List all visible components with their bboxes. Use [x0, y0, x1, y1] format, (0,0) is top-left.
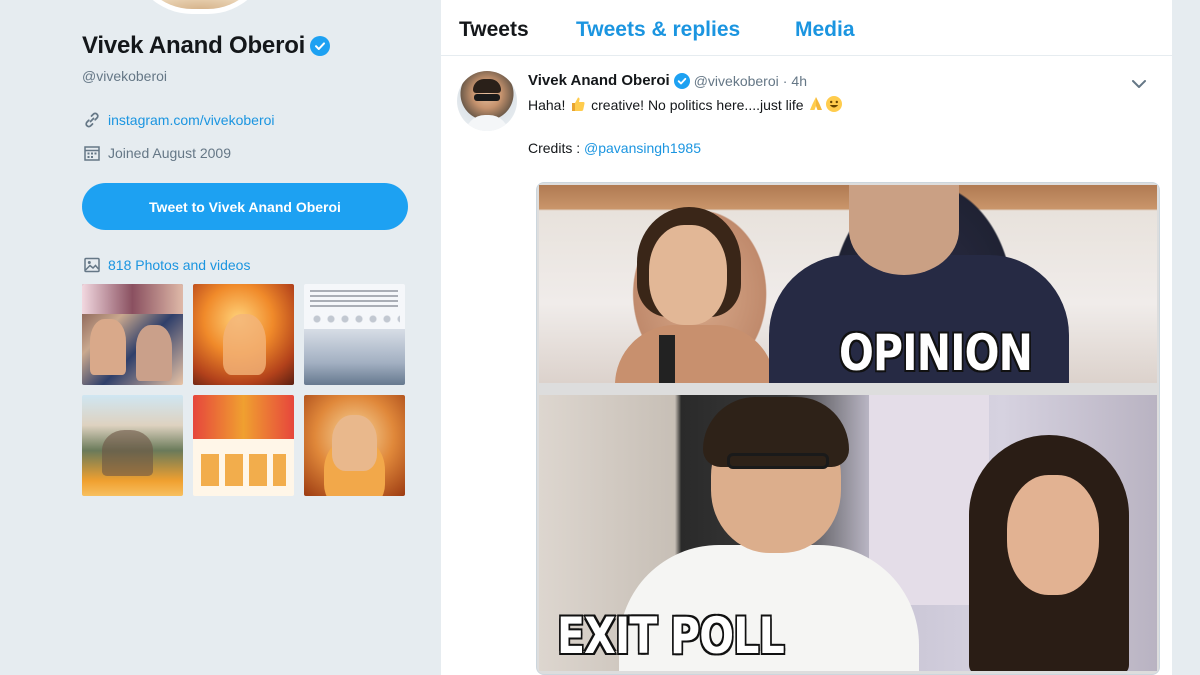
media-count-label[interactable]: 818 Photos and videos	[108, 257, 250, 273]
tweet-attached-image[interactable]: OPINION POLL EXIT POLL	[536, 182, 1160, 675]
tweet-timestamp[interactable]: 4h	[791, 73, 807, 89]
meme-panel-top: OPINION POLL	[539, 185, 1157, 383]
thumbs-up-emoji-icon	[569, 95, 587, 118]
meme-panel-bottom: EXIT POLL	[539, 395, 1157, 671]
profile-website-link[interactable]: instagram.com/vivekoberoi	[108, 112, 275, 128]
profile-sidebar: Vivek Anand Oberoi @vivekoberoi instagra…	[82, 0, 412, 675]
profile-avatar[interactable]	[130, 0, 270, 14]
tweet-text-pre: Haha!	[528, 97, 570, 113]
media-thumbnail[interactable]	[304, 284, 405, 385]
profile-media-link[interactable]: 818 Photos and videos	[82, 255, 250, 275]
verified-badge-icon	[673, 72, 690, 89]
tweet-text: Haha! creative! No politics here....just…	[528, 95, 1148, 158]
tweet-text-mid: creative! No politics here....just life	[587, 97, 808, 113]
tweet-separator: ·	[782, 72, 788, 89]
tweet-item[interactable]: Vivek Anand Oberoi @vivekoberoi · 4h Hah…	[441, 57, 1172, 675]
tweet-author-handle[interactable]: @vivekoberoi	[694, 73, 779, 89]
profile-website-row: instagram.com/vivekoberoi	[82, 110, 275, 130]
profile-joined-date: Joined August 2009	[108, 145, 231, 161]
tweet-options-chevron-icon[interactable]	[1130, 75, 1148, 93]
media-thumbnail-grid	[82, 284, 408, 496]
meme-caption-exit-poll: EXIT POLL	[556, 606, 786, 667]
calendar-icon	[82, 143, 102, 163]
tweet-credits-label: Credits :	[528, 140, 585, 156]
profile-tabs: Tweets Tweets & replies Media	[441, 0, 1172, 56]
profile-name-text[interactable]: Vivek Anand Oberoi	[82, 32, 305, 60]
tweet-credits-mention[interactable]: @pavansingh1985	[584, 140, 701, 156]
tweet-to-button[interactable]: Tweet to Vivek Anand Oberoi	[82, 183, 408, 230]
link-icon	[82, 110, 102, 130]
media-thumbnail[interactable]	[304, 395, 405, 496]
profile-joined-row: Joined August 2009	[82, 143, 231, 163]
meme-caption-opinion-poll: OPINION POLL	[838, 323, 1034, 384]
grinning-face-emoji-icon	[825, 95, 843, 118]
timeline-panel: Tweets Tweets & replies Media Vivek Anan…	[441, 0, 1172, 675]
profile-handle[interactable]: @vivekoberoi	[82, 68, 167, 84]
tweet-text-blank	[528, 118, 1148, 138]
media-thumbnail[interactable]	[193, 284, 294, 385]
tweet-credits-line: Credits : @pavansingh1985	[528, 138, 1148, 158]
tweet-author-avatar[interactable]	[457, 71, 517, 131]
tweet-header: Vivek Anand Oberoi @vivekoberoi · 4h	[528, 72, 807, 89]
tweet-text-line: Haha! creative! No politics here....just…	[528, 95, 1148, 118]
tab-tweets[interactable]: Tweets	[459, 18, 529, 42]
tab-media[interactable]: Media	[795, 18, 855, 42]
media-thumbnail[interactable]	[82, 284, 183, 385]
media-thumbnail[interactable]	[82, 395, 183, 496]
photo-icon	[82, 255, 102, 275]
profile-name[interactable]: Vivek Anand Oberoi	[82, 32, 331, 60]
media-thumbnail[interactable]	[193, 395, 294, 496]
tab-tweets-and-replies[interactable]: Tweets & replies	[576, 18, 740, 42]
tweet-author-name[interactable]: Vivek Anand Oberoi	[528, 72, 670, 89]
folded-hands-emoji-icon	[807, 95, 825, 118]
verified-badge-icon	[310, 36, 331, 56]
